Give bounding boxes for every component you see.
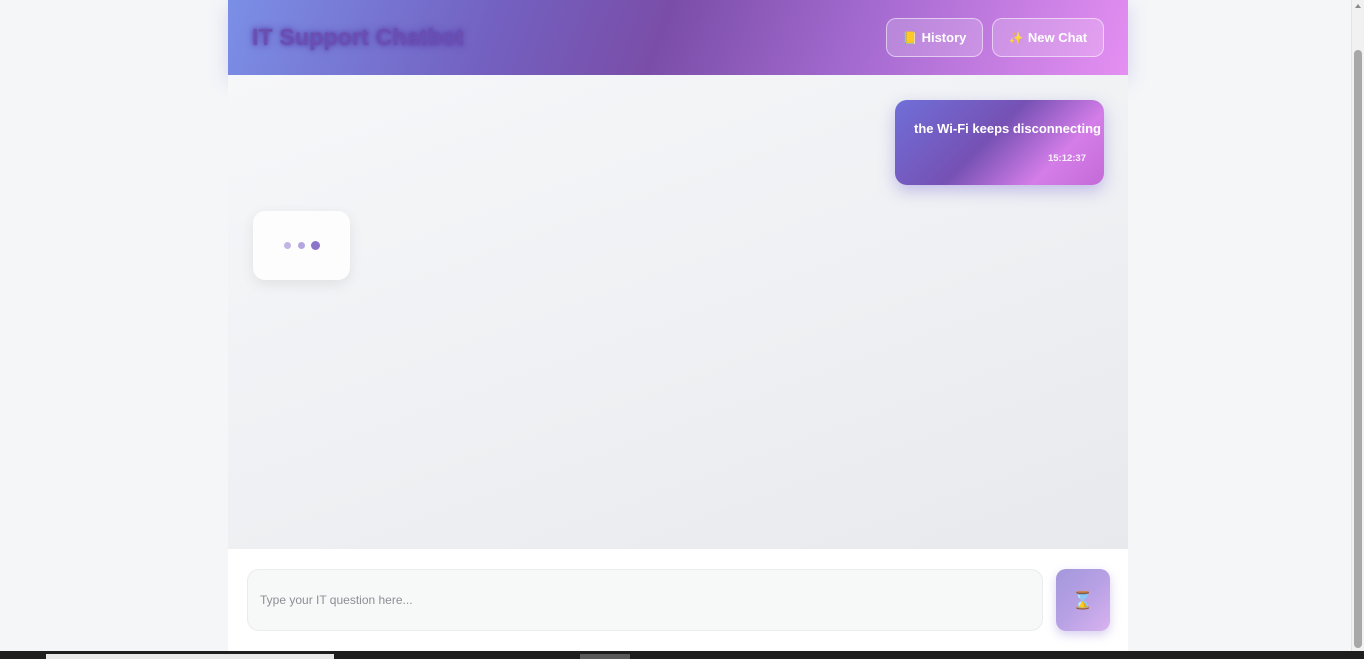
typing-indicator [253, 211, 350, 280]
question-input[interactable] [247, 569, 1043, 631]
send-button[interactable]: ⌛ [1056, 569, 1110, 631]
typing-dot [284, 242, 291, 249]
sparkles-icon: ✨ [1008, 30, 1024, 45]
history-button[interactable]: 📒 History [886, 18, 983, 57]
taskbar-item[interactable] [580, 654, 630, 659]
app-title: IT Support Chatbot [252, 24, 464, 50]
new-chat-button[interactable]: ✨ New Chat [992, 18, 1104, 57]
taskbar-item[interactable] [46, 654, 334, 659]
vertical-scrollbar[interactable] [1352, 0, 1364, 651]
message-list[interactable]: the Wi-Fi keeps disconnecting 15:12:37 [228, 75, 1128, 549]
typing-dot [298, 242, 305, 249]
chat-app: IT Support Chatbot 📒 History ✨ New Chat … [228, 0, 1128, 651]
typing-dot [311, 241, 320, 250]
notebook-icon: 📒 [902, 30, 918, 45]
scrollbar-thumb[interactable] [1354, 50, 1362, 648]
new-chat-button-label: New Chat [1027, 30, 1088, 45]
app-header: IT Support Chatbot 📒 History ✨ New Chat [228, 0, 1128, 75]
user-message-text: the Wi-Fi keeps disconnecting [914, 121, 1101, 136]
taskbar [0, 651, 1364, 659]
scroll-up-arrow-icon[interactable] [1355, 4, 1361, 8]
user-message: the Wi-Fi keeps disconnecting 15:12:37 [895, 100, 1104, 185]
composer: ⌛ [228, 549, 1128, 651]
message-timestamp: 15:12:37 [1047, 153, 1086, 164]
history-button-label: History [921, 30, 967, 45]
hourglass-icon: ⌛ [1072, 590, 1094, 610]
